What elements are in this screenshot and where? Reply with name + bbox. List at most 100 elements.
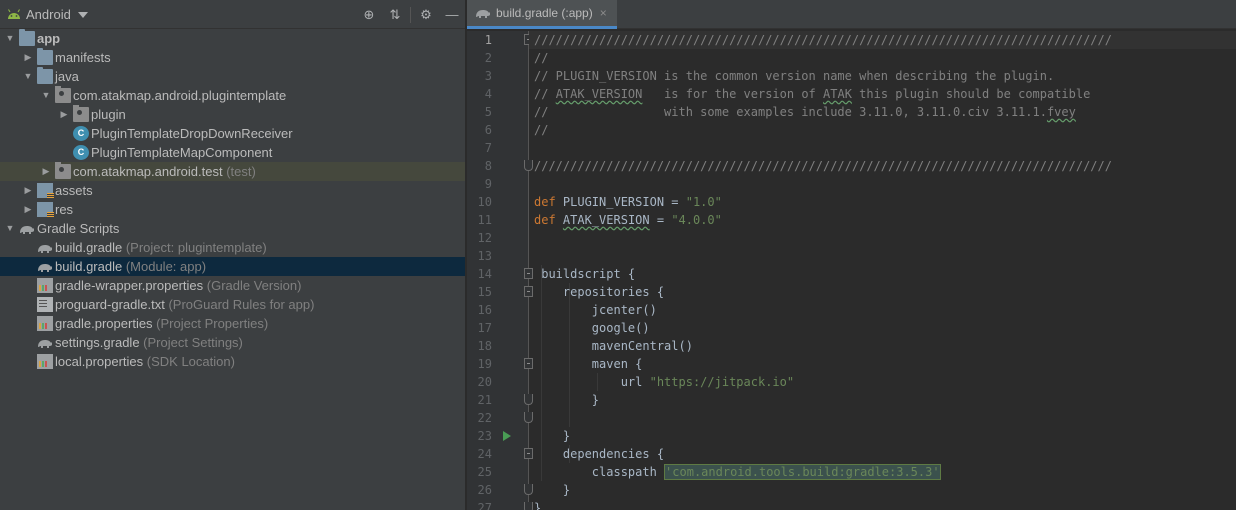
folder-icon [37,48,53,65]
code-line[interactable]: def PLUGIN_VERSION = "1.0" [534,193,722,211]
tree-item-name: settings.gradle [55,335,140,350]
code-line[interactable]: google() [534,319,650,337]
tree-item-label: assets [55,181,93,200]
code-line[interactable]: dependencies { [534,445,664,463]
tree-item[interactable]: ▶ assets [0,181,465,200]
tree-item[interactable]: proguard-gradle.txt (ProGuard Rules for … [0,295,465,314]
tree-item[interactable]: ▶ plugin [0,105,465,124]
tree-item[interactable]: settings.gradle (Project Settings) [0,333,465,352]
tree-item[interactable]: C PluginTemplateMapComponent [0,143,465,162]
line-number: 13 [477,249,492,263]
tree-item-label: com.atakmap.android.test (test) [73,162,256,181]
run-gutter-icon[interactable] [503,431,511,441]
tree-item[interactable]: C PluginTemplateDropDownReceiver [0,124,465,143]
collapse-arrow-icon[interactable]: ▶ [22,200,34,219]
collapse-all-icon[interactable]: ⇅ [382,0,408,29]
tree-item[interactable]: gradle-wrapper.properties (Gradle Versio… [0,276,465,295]
locate-icon[interactable]: ⊕ [356,0,382,29]
code-line[interactable]: ////////////////////////////////////////… [534,157,1112,175]
code-token: classpath [534,465,665,479]
code-line[interactable]: // [534,121,548,139]
code-line[interactable]: } [534,499,541,510]
code-line[interactable]: url "https://jitpack.io" [534,373,794,391]
project-panel-header: Android ⊕ ⇅ ⚙ — [0,0,465,29]
tree-item[interactable]: build.gradle (Module: app) [0,257,465,276]
properties-file-icon [37,278,53,293]
tree-item[interactable]: ▶ res [0,200,465,219]
code-token: // PLUGIN_VERSION is the common version … [534,69,1055,83]
chevron-down-icon[interactable] [77,12,88,18]
gradle-icon [37,335,53,350]
code-token: this plugin should be compatible [851,87,1091,101]
tree-item-label: gradle.properties (Project Properties) [55,314,268,333]
tree-item[interactable]: ▼ app [0,29,465,48]
tree-item[interactable]: gradle.properties (Project Properties) [0,314,465,333]
collapse-arrow-icon[interactable]: ▶ [22,181,34,200]
expand-arrow-icon[interactable]: ▼ [40,86,52,105]
close-icon[interactable]: × [600,6,607,20]
code-line[interactable]: } [534,427,570,445]
package-icon [55,162,71,179]
code-line[interactable]: buildscript { [534,265,635,283]
code-line[interactable]: ////////////////////////////////////////… [534,31,1112,49]
tree-item[interactable]: local.properties (SDK Location) [0,352,465,371]
tree-item-name: proguard-gradle.txt [55,297,165,312]
tree-item-name: java [55,69,79,84]
tree-item[interactable]: ▼ java [0,67,465,86]
package-icon [55,86,71,103]
tree-item-name: com.atakmap.android.plugintemplate [73,88,287,103]
tree-item-hint: (test) [222,164,256,179]
tree-item-name: gradle.properties [55,316,153,331]
line-number: 17 [477,321,492,335]
code-line[interactable]: repositories { [534,283,664,301]
editor-tab-bar: build.gradle (:app) × [467,0,1236,29]
tree-item-name: plugin [91,107,126,122]
code-line[interactable]: def ATAK_VERSION = "4.0.0" [534,211,722,229]
code-line[interactable]: classpath 'com.android.tools.build:gradl… [534,463,941,481]
gradle-icon [19,221,35,236]
line-number: 21 [477,393,492,407]
tree-item-name: app [37,31,61,46]
collapse-arrow-icon[interactable]: ▶ [40,162,52,181]
code-lines[interactable]: ////////////////////////////////////////… [529,31,1236,510]
code-token: dependencies { [534,447,665,461]
expand-arrow-icon[interactable]: ▼ [22,67,34,86]
expand-arrow-icon[interactable]: ▼ [4,29,16,48]
code-token: } [534,483,571,497]
tree-item[interactable]: ▼ Gradle Scripts [0,219,465,238]
tree-item-hint: (Project: plugintemplate) [122,240,267,255]
expand-arrow-icon[interactable]: ▼ [4,219,16,238]
resource-folder-icon [37,202,54,218]
code-line[interactable]: } [534,481,570,499]
code-line[interactable]: } [534,391,599,409]
code-line[interactable]: // [534,49,548,67]
code-token: def [534,213,556,227]
line-number: 10 [477,195,492,209]
code-line[interactable]: // with some examples include 3.11.0, 3.… [534,103,1076,121]
project-view-selector[interactable]: Android [26,7,71,22]
tree-item[interactable]: build.gradle (Project: plugintemplate) [0,238,465,257]
tree-item[interactable]: ▼ com.atakmap.android.plugintemplate [0,86,465,105]
code-line[interactable]: mavenCentral() [534,337,693,355]
collapse-arrow-icon[interactable]: ▶ [58,105,70,124]
line-number: 26 [477,483,492,497]
line-number: 25 [477,465,492,479]
code-line[interactable]: jcenter() [534,301,657,319]
code-line[interactable]: maven { [534,355,643,373]
line-number: 24 [477,447,492,461]
code-token: ATAK_VERSION [555,87,643,101]
code-token: "https://jitpack.io" [649,375,795,389]
gear-icon[interactable]: ⚙ [413,0,439,29]
hide-icon[interactable]: — [439,0,465,29]
code-token: url [534,375,650,389]
collapse-arrow-icon[interactable]: ▶ [22,48,34,67]
code-token: ATAK [823,87,852,101]
code-area[interactable]: 1 2 3 4 5 6 7 8 9 10 11 12 13 14 15 16 17 18 19 20 21 22 23 24 2… [467,31,1236,510]
code-line[interactable]: // PLUGIN_VERSION is the common version … [534,67,1054,85]
tree-item[interactable]: ▶ com.atakmap.android.test (test) [0,162,465,181]
code-token: repositories { [534,285,665,299]
code-line[interactable]: // ATAK_VERSION is for the version of AT… [534,85,1090,103]
tab-build-gradle-app[interactable]: build.gradle (:app) × [467,0,617,29]
tree-item-label: build.gradle (Module: app) [55,257,206,276]
tree-item[interactable]: ▶ manifests [0,48,465,67]
